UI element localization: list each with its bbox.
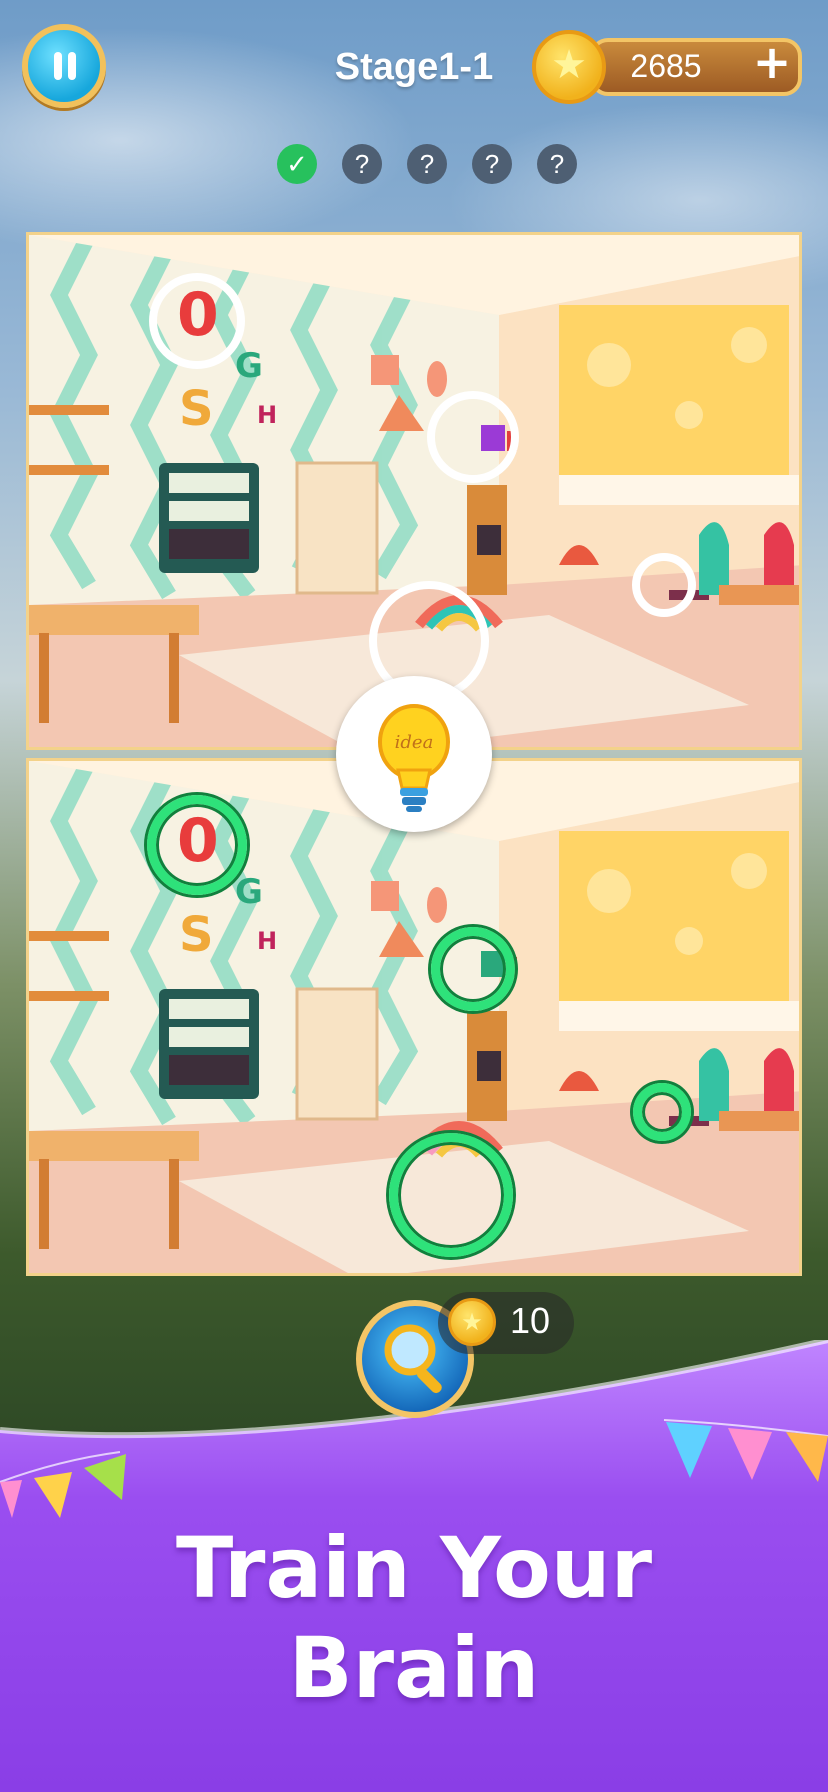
progress-unknown-icon: ? — [537, 144, 577, 184]
found-difference-ring — [147, 795, 247, 895]
headline-line-2: Brain — [288, 1619, 540, 1717]
lightbulb-icon: idea — [378, 704, 450, 812]
coin-balance-value: 2685 — [630, 48, 702, 84]
progress-unknown-icon: ? — [472, 144, 512, 184]
headline-line-1: Train Your — [175, 1519, 653, 1617]
modified-image-panel[interactable]: 0 G S H — [26, 758, 802, 1276]
difference-target-ring — [427, 391, 519, 483]
found-difference-ring — [633, 1083, 691, 1141]
magnifier-cost-badge: ★ 10 — [438, 1292, 574, 1354]
svg-text:G: G — [235, 872, 263, 912]
add-coins-button[interactable]: + — [752, 39, 792, 85]
bulb-label: idea — [395, 732, 434, 753]
promo-headline: Train Your Brain — [0, 1518, 828, 1718]
svg-text:H: H — [257, 401, 277, 429]
difference-target-ring — [149, 273, 245, 369]
progress-unknown-icon: ? — [342, 144, 382, 184]
progress-unknown-icon: ? — [407, 144, 447, 184]
svg-text:H: H — [257, 927, 277, 955]
found-difference-ring — [431, 927, 515, 1011]
original-image-panel[interactable]: 0 G S H — [26, 232, 802, 750]
svg-text:S: S — [179, 907, 214, 963]
progress-found-check-icon: ✓ — [277, 144, 317, 184]
difference-target-ring — [632, 553, 696, 617]
coin-star-icon: ★ — [532, 30, 606, 104]
hint-bulb-button[interactable]: idea — [336, 676, 492, 832]
svg-text:S: S — [179, 381, 214, 437]
magnifier-cost-value: 10 — [510, 1300, 551, 1341]
svg-text:G: G — [235, 346, 263, 386]
found-difference-ring — [389, 1133, 513, 1257]
coin-star-icon: ★ — [448, 1298, 496, 1346]
